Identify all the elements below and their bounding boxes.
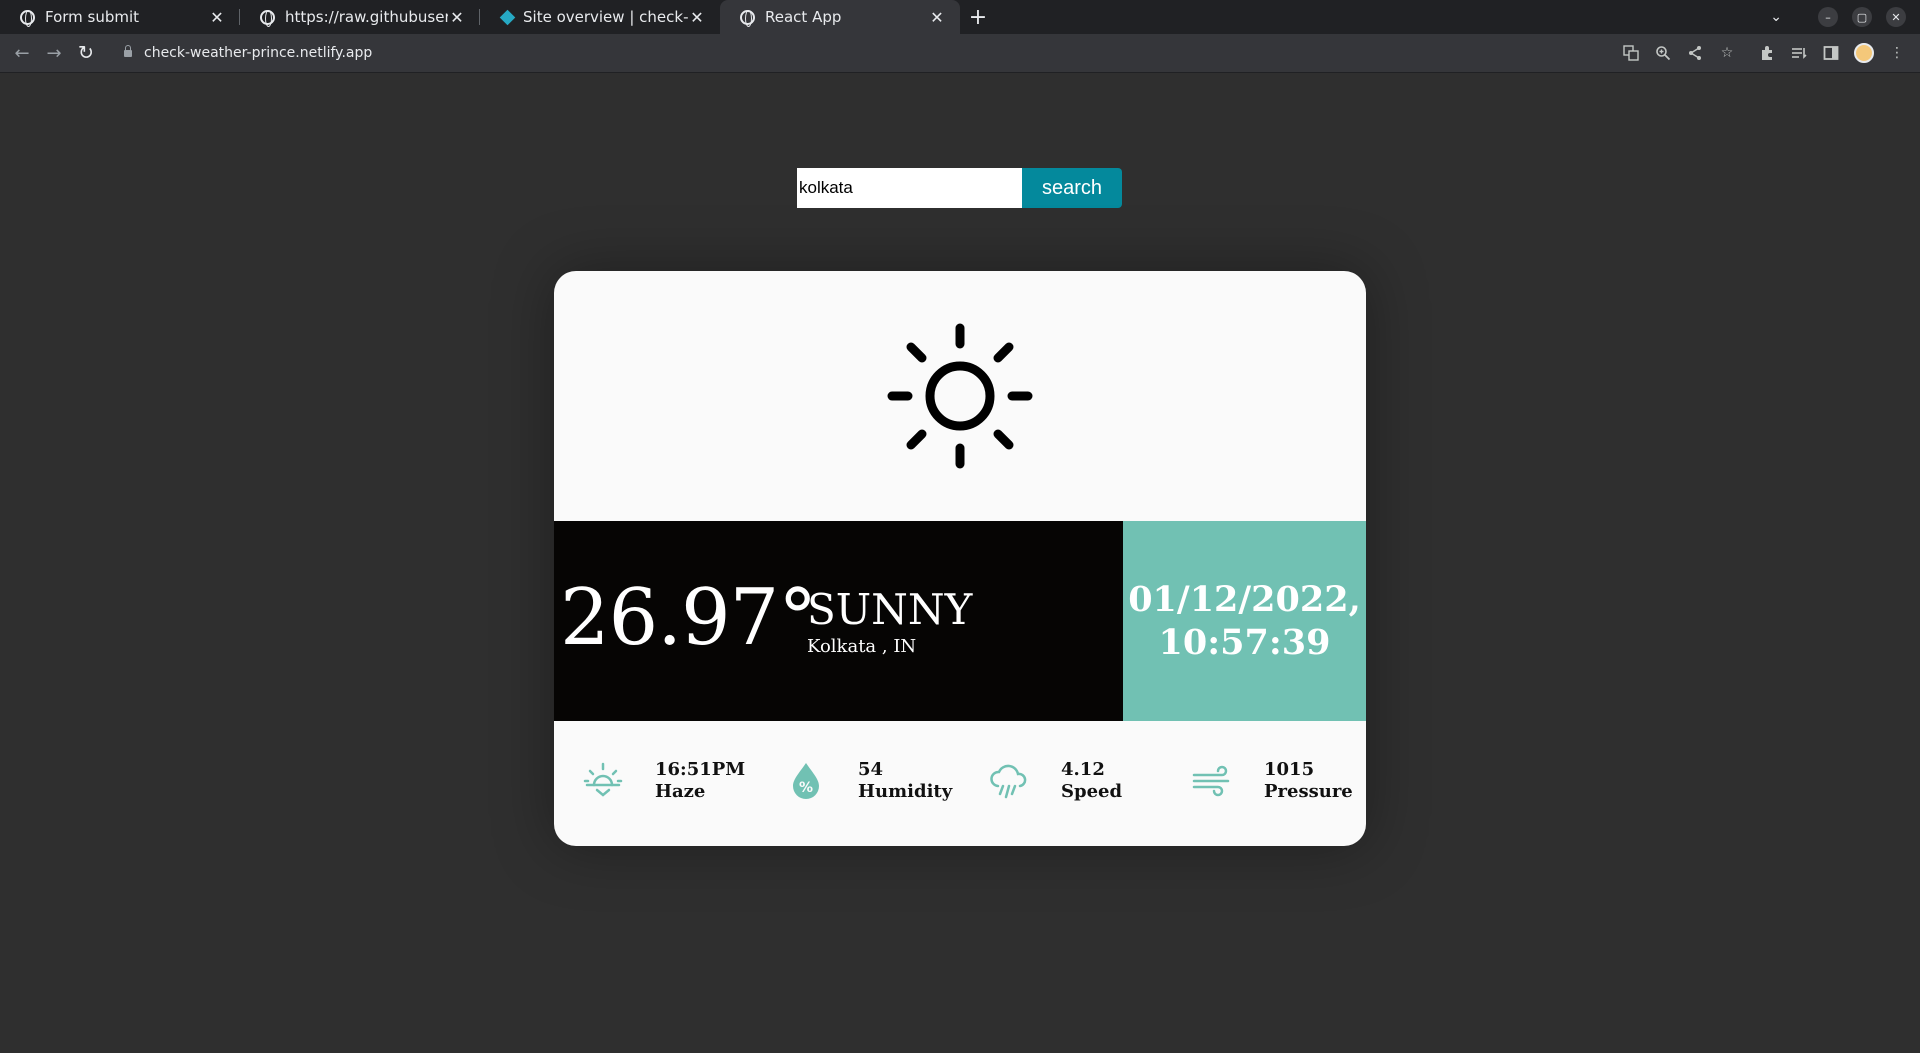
- side-panel-icon[interactable]: [1822, 44, 1840, 62]
- back-button[interactable]: ←: [6, 37, 38, 69]
- weather-icon-area: [554, 271, 1366, 521]
- reading-list-icon[interactable]: [1790, 44, 1808, 62]
- datetime-panel: 01/12/2022, 10:57:39: [1123, 521, 1366, 721]
- stat-pressure: 1015 Pressure: [1163, 721, 1366, 846]
- stat-value: 1015: [1264, 759, 1315, 780]
- extensions-icon[interactable]: [1758, 44, 1776, 62]
- location: Kolkata , IN: [807, 636, 917, 657]
- search-bar: search: [797, 168, 1122, 208]
- url-text: check-weather-prince.netlify.app: [144, 45, 373, 61]
- globe-icon: [260, 9, 275, 27]
- wind-icon: [1192, 765, 1230, 797]
- address-bar[interactable]: check-weather-prince.netlify.app: [112, 38, 1622, 68]
- close-icon[interactable]: ✕: [208, 8, 226, 27]
- tab-strip: Form submit ✕ https://raw.githubuserco ✕…: [0, 0, 1920, 34]
- minimize-button[interactable]: –: [1818, 7, 1838, 27]
- stat-label: Pressure: [1264, 781, 1353, 802]
- weather-stats: 16:51PM Haze % 54 Humidity 4.12 Speed 10…: [554, 721, 1366, 846]
- search-input[interactable]: [797, 168, 1022, 208]
- stat-label: Haze: [655, 781, 706, 802]
- stat-value: 16:51PM: [655, 759, 746, 780]
- globe-icon: [740, 9, 755, 27]
- stat-label: Speed: [1061, 781, 1123, 802]
- weather-condition: SUNNY: [807, 585, 973, 634]
- temperature-panel: 26.97° SUNNY Kolkata , IN: [554, 521, 1123, 721]
- sun-icon: [887, 323, 1033, 469]
- zoom-icon[interactable]: [1654, 44, 1672, 62]
- tab-title: https://raw.githubuserco: [285, 8, 448, 26]
- forward-button[interactable]: →: [38, 37, 70, 69]
- toolbar-actions: ☆ ⋮: [1622, 43, 1906, 63]
- close-window-button[interactable]: ✕: [1886, 7, 1906, 27]
- browser-tab-active[interactable]: React App ✕: [720, 0, 960, 34]
- time: 10:57:39: [1158, 622, 1331, 663]
- sunset-icon: [583, 762, 623, 797]
- search-button[interactable]: search: [1022, 168, 1122, 208]
- tab-title: Form submit: [45, 8, 140, 26]
- browser-tab[interactable]: Form submit ✕: [0, 0, 240, 34]
- tab-title: Site overview | check-wea: [523, 8, 688, 26]
- humidity-icon: %: [793, 763, 819, 799]
- close-icon[interactable]: ✕: [688, 8, 706, 27]
- new-tab-button[interactable]: +: [960, 0, 996, 34]
- tab-title: React App: [765, 8, 842, 26]
- profile-avatar[interactable]: [1854, 43, 1874, 63]
- reload-button[interactable]: ↻: [70, 37, 102, 69]
- browser-tab[interactable]: Site overview | check-wea ✕: [480, 0, 720, 34]
- close-icon[interactable]: ✕: [448, 8, 466, 27]
- lock-icon[interactable]: [124, 44, 132, 57]
- date: 01/12/2022,: [1128, 579, 1361, 620]
- share-icon[interactable]: [1686, 44, 1704, 62]
- weather-card: 26.97° SUNNY Kolkata , IN 01/12/2022, 10…: [554, 271, 1366, 846]
- window-controls: ⌄ – ▢ ✕: [1770, 0, 1906, 34]
- browser-tab[interactable]: https://raw.githubuserco ✕: [240, 0, 480, 34]
- menu-kebab-icon[interactable]: ⋮: [1888, 44, 1906, 62]
- restore-button[interactable]: ▢: [1852, 7, 1872, 27]
- netlify-icon: [499, 9, 516, 25]
- stat-humidity: % 54 Humidity: [757, 721, 960, 846]
- stat-label: Humidity: [858, 781, 953, 802]
- stat-value: 4.12: [1061, 759, 1105, 780]
- weather-summary: 26.97° SUNNY Kolkata , IN 01/12/2022, 10…: [554, 521, 1366, 721]
- globe-icon: [20, 9, 35, 27]
- rain-cloud-icon: [990, 764, 1027, 799]
- bookmark-star-icon[interactable]: ☆: [1718, 44, 1736, 62]
- browser-toolbar: ← → ↻ check-weather-prince.netlify.app ☆…: [0, 34, 1920, 73]
- translate-icon[interactable]: [1622, 44, 1640, 62]
- stat-value: 54: [858, 759, 884, 780]
- page-content: search 26.97° SUNNY: [0, 74, 1920, 1053]
- stat-sunset: 16:51PM Haze: [554, 721, 757, 846]
- tab-search-icon[interactable]: ⌄: [1770, 9, 1782, 25]
- close-icon[interactable]: ✕: [928, 8, 946, 27]
- stat-speed: 4.12 Speed: [960, 721, 1163, 846]
- svg-text:%: %: [799, 780, 813, 796]
- temperature: 26.97°: [560, 573, 817, 663]
